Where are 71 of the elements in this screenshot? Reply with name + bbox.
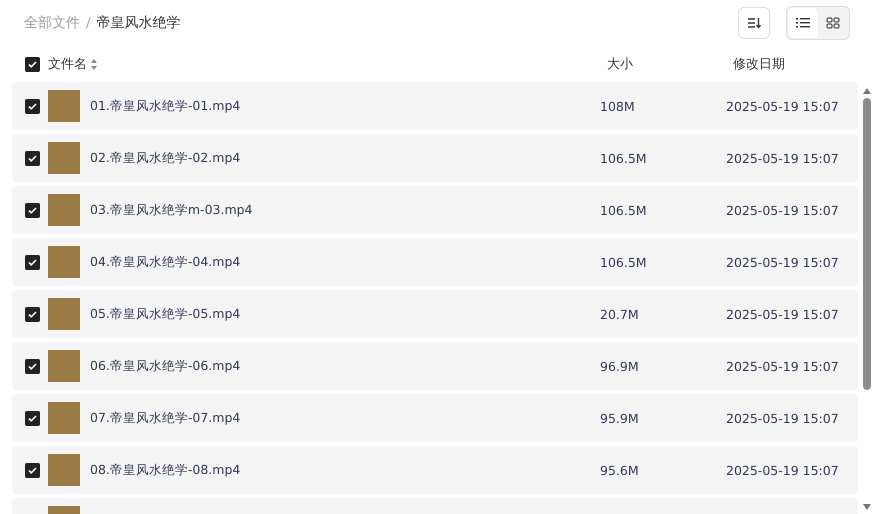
file-size: 106.5M: [600, 202, 648, 218]
modified-date: 2025-05-19 15:07: [726, 410, 839, 426]
file-row[interactable]: 05.帝皇风水绝学-05.mp4 20.7M 2025-05-19 15:07: [12, 290, 858, 338]
file-name: 06.帝皇风水绝学-06.mp4: [90, 358, 242, 374]
check-icon: [28, 466, 37, 474]
modified-date: 2025-05-19 15:07: [726, 462, 839, 478]
breadcrumb-item: 帝皇风水绝学: [96, 14, 181, 32]
check-icon: [28, 206, 37, 214]
file-name: 04.帝皇风水绝学-04.mp4: [90, 254, 242, 270]
video-thumbnail: [48, 142, 80, 174]
row-checkbox[interactable]: [25, 98, 40, 114]
column-header[interactable]: 文件名: [48, 55, 87, 73]
video-thumbnail: [48, 454, 80, 486]
grid-icon: [826, 17, 840, 29]
row-checkbox[interactable]: [25, 410, 40, 426]
check-icon: [28, 154, 37, 162]
file-row[interactable]: 06.帝皇风水绝学-06.mp4 96.9M 2025-05-19 15:07: [12, 342, 858, 390]
check-icon: [28, 60, 37, 68]
scroll-up-icon[interactable]: [863, 88, 871, 94]
file-size: 20.7M: [600, 306, 640, 322]
file-row[interactable]: 03.帝皇风水绝学m-03.mp4 106.5M 2025-05-19 15:07: [12, 186, 858, 234]
file-row[interactable]: 04.帝皇风水绝学-04.mp4 106.5M 2025-05-19 15:07: [12, 238, 858, 286]
file-size: 95.9M: [600, 410, 640, 426]
row-checkbox[interactable]: [25, 462, 40, 478]
breadcrumb-separator: /: [86, 15, 91, 31]
scroll-down-icon[interactable]: [863, 504, 871, 510]
sort-button[interactable]: [738, 7, 770, 39]
check-icon: [28, 414, 37, 422]
file-size: 108M: [600, 98, 636, 114]
file-row[interactable]: 07.帝皇风水绝学-07.mp4 95.9M 2025-05-19 15:07: [12, 394, 858, 442]
file-name: 01.帝皇风水绝学-01.mp4: [90, 98, 242, 114]
modified-date: 2025-05-19 15:07: [726, 306, 839, 322]
list-icon: [796, 17, 810, 29]
column-header[interactable]: 大小: [607, 55, 733, 73]
list-view-button[interactable]: [788, 8, 818, 38]
row-checkbox[interactable]: [25, 150, 40, 166]
modified-date: 2025-05-19 15:07: [726, 358, 839, 374]
file-row[interactable]: 08.帝皇风水绝学-08.mp4 95.6M 2025-05-19 15:07: [12, 446, 858, 494]
file-size: 106.5M: [600, 254, 648, 270]
sort-icon: [747, 17, 761, 29]
modified-date: 2025-05-19 15:07: [726, 202, 839, 218]
video-thumbnail: [48, 246, 80, 278]
check-icon: [28, 310, 37, 318]
video-thumbnail: [48, 90, 80, 122]
row-checkbox[interactable]: [25, 254, 40, 270]
sort-icon[interactable]: [91, 58, 97, 70]
row-checkbox[interactable]: [25, 358, 40, 374]
check-icon: [28, 102, 37, 110]
file-name: 07.帝皇风水绝学-07.mp4: [90, 410, 242, 426]
modified-date: 2025-05-19 15:07: [726, 98, 839, 114]
file-row[interactable]: 01.帝皇风水绝学-01.mp4 108M 2025-05-19 15:07: [12, 82, 858, 130]
row-checkbox[interactable]: [25, 202, 40, 218]
file-size: 95.6M: [600, 462, 640, 478]
check-icon: [28, 258, 37, 266]
file-name: 02.帝皇风水绝学-02.mp4: [90, 150, 242, 166]
select-all-checkbox[interactable]: [25, 56, 40, 72]
file-name: 08.帝皇风水绝学-08.mp4: [90, 462, 242, 478]
video-thumbnail: [48, 402, 80, 434]
video-thumbnail: [48, 298, 80, 330]
file-name: 05.帝皇风水绝学-05.mp4: [90, 306, 242, 322]
file-size: 96.9M: [600, 358, 640, 374]
file-row[interactable]: 02.帝皇风水绝学-02.mp4 106.5M 2025-05-19 15:07: [12, 134, 858, 182]
video-thumbnail: [48, 194, 80, 226]
column-header[interactable]: 修改日期: [733, 55, 785, 73]
file-size: 106.5M: [600, 150, 648, 166]
modified-date: 2025-05-19 15:07: [726, 254, 839, 270]
file-name: 03.帝皇风水绝学m-03.mp4: [90, 202, 254, 218]
check-icon: [28, 362, 37, 370]
row-checkbox[interactable]: [25, 306, 40, 322]
video-thumbnail: [48, 350, 80, 382]
modified-date: 2025-05-19 15:07: [726, 150, 839, 166]
